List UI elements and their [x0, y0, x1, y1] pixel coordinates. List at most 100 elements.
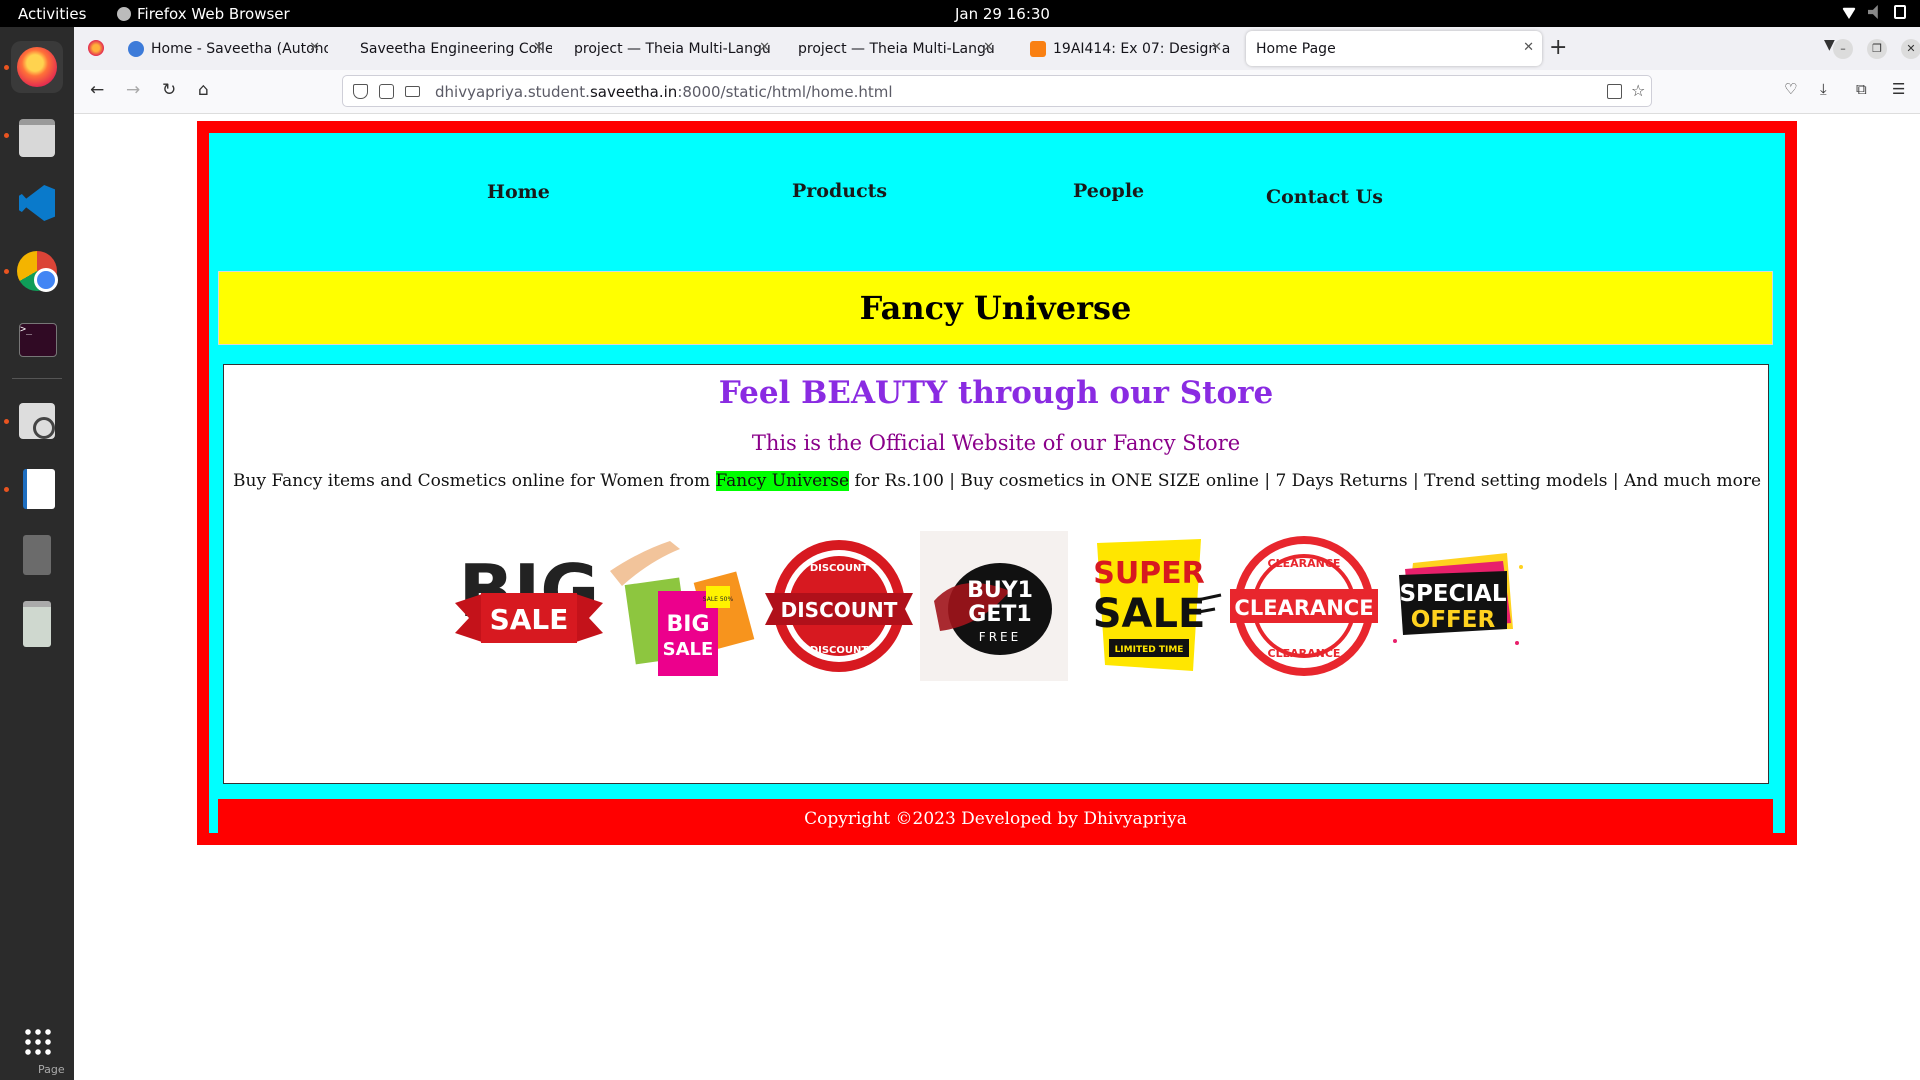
tab-4[interactable]: 19AI414: Ex 07: Design a ✕ — [1020, 31, 1230, 66]
nav-link-home[interactable]: Home — [487, 181, 550, 203]
extensions-icon[interactable]: ⧉ — [1856, 80, 1867, 98]
app-name: Firefox Web Browser — [137, 5, 290, 23]
site-banner: Fancy Universe — [218, 271, 1773, 345]
close-icon[interactable]: ✕ — [533, 40, 544, 55]
document-icon — [23, 469, 55, 509]
reload-icon[interactable]: ↻ — [162, 80, 176, 100]
offer-special-offer: SPECIAL OFFER — [1393, 553, 1523, 645]
close-icon[interactable]: ✕ — [309, 40, 320, 55]
dock-terminal[interactable]: >_ — [11, 313, 63, 365]
dock-vscode[interactable] — [11, 177, 63, 229]
page-label: Page — [38, 1063, 65, 1076]
bookmark-star-icon[interactable]: ☆ — [1631, 81, 1645, 100]
svg-text:SALE 50%: SALE 50% — [703, 596, 734, 603]
page-viewport: Home Products People Contact Us Fancy Un… — [74, 114, 1920, 1080]
insecure-lock-icon[interactable] — [379, 84, 394, 99]
close-icon[interactable]: ✕ — [1523, 40, 1534, 55]
url-text[interactable]: dhivyapriya.student.saveetha.in:8000/sta… — [435, 83, 893, 101]
minimize-button[interactable]: – — [1833, 39, 1853, 59]
svg-text:SUPER: SUPER — [1093, 556, 1205, 591]
content-box: Feel BEAUTY through our Store This is th… — [223, 364, 1769, 784]
running-indicator — [4, 65, 9, 70]
nav-link-people[interactable]: People — [1073, 180, 1144, 202]
svg-text:LIMITED TIME: LIMITED TIME — [1115, 645, 1184, 655]
description: Buy Fancy items and Cosmetics online for… — [233, 471, 1762, 491]
tab-2[interactable]: project — Theia Multi-Langu ✕ — [568, 31, 778, 66]
navigation-toolbar: ← → ↻ ⌂ dhivyapriya.student.saveetha.in:… — [74, 70, 1920, 114]
nav-link-contact-us[interactable]: Contact Us — [1266, 186, 1383, 208]
svg-text:CLEARANCE: CLEARANCE — [1234, 596, 1373, 620]
svg-text:DISCOUNT: DISCOUNT — [810, 645, 869, 656]
page-container: Home Products People Contact Us Fancy Un… — [209, 133, 1785, 839]
shield-icon[interactable] — [353, 84, 368, 99]
svg-text:SALE: SALE — [490, 603, 569, 636]
firefox-icon — [117, 7, 131, 21]
address-bar[interactable]: dhivyapriya.student.saveetha.in:8000/sta… — [342, 75, 1652, 107]
app-menu[interactable]: Firefox Web Browser — [117, 5, 290, 23]
dock-unknown-app[interactable] — [11, 529, 63, 581]
nav-link-products[interactable]: Products — [792, 180, 887, 202]
reader-view-icon[interactable] — [1607, 84, 1622, 99]
dock-trash[interactable] — [11, 595, 63, 647]
svg-text:SALE: SALE — [663, 639, 714, 660]
home-icon[interactable]: ⌂ — [198, 80, 209, 100]
firefox-icon — [17, 47, 57, 87]
svg-text:CLEARANCE: CLEARANCE — [1268, 647, 1341, 660]
svg-text:DISCOUNT: DISCOUNT — [781, 598, 898, 622]
new-tab-button[interactable]: + — [1549, 35, 1567, 60]
highlighted-store-name: Fancy Universe — [715, 471, 850, 491]
dock-firefox[interactable] — [11, 41, 63, 93]
moodle-icon — [1030, 40, 1046, 57]
tab-3[interactable]: project — Theia Multi-Langu ✕ — [792, 31, 1002, 66]
tab-5-active[interactable]: Home Page ✕ — [1246, 31, 1542, 66]
footer: Copyright ©2023 Developed by Dhivyapriya — [218, 799, 1773, 839]
system-top-bar: Activities Firefox Web Browser Jan 29 16… — [0, 0, 1920, 27]
permissions-icon[interactable] — [405, 86, 420, 97]
files-icon — [19, 119, 55, 157]
dock-files[interactable] — [11, 109, 63, 161]
svg-text:GET1: GET1 — [968, 602, 1031, 627]
magnifier-icon — [19, 403, 55, 439]
globe-icon — [128, 40, 144, 57]
show-apps-grid-icon[interactable] — [23, 1027, 53, 1057]
close-icon[interactable]: ✕ — [983, 40, 994, 55]
svg-text:CLEARANCE: CLEARANCE — [1268, 557, 1341, 570]
dock-separator — [12, 378, 62, 379]
restore-button[interactable]: ❐ — [1867, 39, 1887, 59]
svg-text:DISCOUNT: DISCOUNT — [810, 563, 869, 574]
dock-image-viewer[interactable] — [11, 395, 63, 447]
dock-text-editor[interactable] — [11, 463, 63, 515]
tab-label: Home Page — [1256, 40, 1336, 57]
running-indicator — [4, 133, 9, 138]
pocket-icon[interactable]: ♡ — [1784, 80, 1797, 98]
tab-1[interactable]: Saveetha Engineering Colleg ✕ — [342, 31, 552, 66]
firefox-view-icon[interactable] — [88, 40, 104, 56]
close-icon[interactable]: ✕ — [1211, 40, 1222, 55]
offer-discount-badge: DISCOUNT DISCOUNT DISCOUNT — [765, 540, 913, 672]
dock-chrome[interactable] — [11, 245, 63, 297]
offer-super-sale: SUPER SALE LIMITED TIME — [1093, 539, 1222, 671]
tab-0[interactable]: Home - Saveetha (Autono ✕ — [118, 31, 328, 66]
close-window-button[interactable]: ✕ — [1901, 39, 1920, 59]
system-tray[interactable] — [1842, 5, 1906, 19]
site-title: Fancy Universe — [859, 289, 1132, 327]
offer-buy1-get1-free: BUY1 GET1 FREE — [920, 531, 1068, 681]
running-indicator — [4, 419, 9, 424]
trash-icon — [23, 601, 51, 647]
close-icon[interactable]: ✕ — [759, 40, 770, 55]
hamburger-menu-icon[interactable]: ☰ — [1892, 80, 1905, 98]
tab-label: project — Theia Multi-Langu — [798, 40, 995, 57]
running-indicator — [4, 487, 9, 492]
vscode-icon — [19, 185, 55, 221]
back-arrow-icon[interactable]: ← — [90, 80, 104, 100]
activities-button[interactable]: Activities — [18, 5, 86, 23]
offer-clearance-stamp: CLEARANCE CLEARANCE CLEARANCE — [1230, 536, 1378, 676]
downloads-icon[interactable]: ⤓ — [1820, 80, 1827, 98]
forward-arrow-icon[interactable]: → — [126, 80, 140, 100]
wifi-icon — [1842, 7, 1856, 19]
clock[interactable]: Jan 29 16:30 — [955, 5, 1050, 23]
svg-text:SALE: SALE — [1093, 591, 1206, 637]
svg-text:OFFER: OFFER — [1411, 607, 1496, 633]
dock: >_ Page — [0, 27, 74, 1080]
tab-bar: Home - Saveetha (Autono ✕ Saveetha Engin… — [74, 27, 1920, 70]
